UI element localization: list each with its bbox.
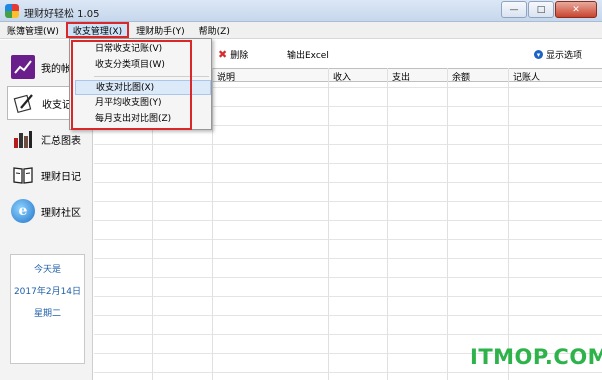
- close-button[interactable]: ✕: [555, 1, 597, 18]
- sidebar-item-label: 理财日记: [41, 171, 81, 183]
- delete-label: 删除: [230, 51, 249, 61]
- menu-separator: [94, 76, 209, 77]
- column-header-expense[interactable]: 支出: [389, 70, 410, 83]
- delete-icon: ✖: [218, 48, 228, 61]
- menu-option-monthly-average[interactable]: 月平均收支图(Y): [75, 96, 211, 111]
- maximize-button[interactable]: □: [528, 1, 554, 18]
- column-header-income[interactable]: 收入: [330, 70, 351, 83]
- income-expense-dropdown: 日常收支记账(V) 收支分类项目(W) 收支对比图(X) 月平均收支图(Y) 每…: [69, 38, 212, 130]
- sidebar-item-label: 理财社区: [41, 207, 81, 219]
- menu-help[interactable]: 帮助(Z): [192, 22, 237, 38]
- app-icon: [5, 4, 19, 18]
- export-label: 输出Excel: [287, 51, 329, 61]
- column-divider: [508, 68, 509, 380]
- pen-paper-icon: [12, 91, 36, 115]
- watermark: ITMOP.COM: [470, 345, 602, 369]
- sidebar-item-label: 收支记: [42, 99, 72, 111]
- weekday-value: 星期二: [33, 309, 61, 319]
- export-excel-button[interactable]: 输出Excel: [287, 48, 329, 61]
- menu-bar: 账簿管理(W) 收支管理(X) 理财助手(Y) 帮助(Z): [0, 22, 602, 39]
- column-header-recorder[interactable]: 记账人: [510, 70, 540, 83]
- window-controls: — □ ✕: [501, 1, 597, 18]
- book-icon: [11, 163, 35, 187]
- sidebar-item-label: 我的帐: [41, 63, 71, 75]
- display-options-button[interactable]: ▾ 显示选项: [534, 48, 582, 61]
- column-divider: [212, 68, 213, 380]
- chevron-down-icon: ▾: [534, 50, 543, 59]
- delete-button[interactable]: ✖ 删除: [218, 48, 248, 61]
- menu-option-daily-record[interactable]: 日常收支记账(V): [75, 42, 211, 57]
- sidebar-item-community[interactable]: e 理财社区: [7, 194, 91, 228]
- column-header-description[interactable]: 说明: [214, 70, 235, 83]
- sidebar-item-diary[interactable]: 理财日记: [7, 158, 91, 192]
- date-label: 今天是: [33, 265, 61, 275]
- bar-chart-icon: [11, 127, 35, 151]
- browser-icon: e: [11, 199, 35, 223]
- menu-option-categories[interactable]: 收支分类项目(W): [75, 58, 211, 73]
- date-value: 2017年2月14日: [13, 287, 82, 297]
- column-divider: [387, 68, 388, 380]
- sidebar-item-label: 汇总图表: [41, 135, 81, 147]
- menu-assistant[interactable]: 理财助手(Y): [129, 22, 192, 38]
- menu-income-expense[interactable]: 收支管理(X): [65, 22, 130, 38]
- window-title: 理财好轻松 1.05: [24, 9, 100, 20]
- minimize-button[interactable]: —: [501, 1, 527, 18]
- menu-option-monthly-expense[interactable]: 每月支出对比图(Z): [75, 112, 211, 127]
- date-panel: 今天是 2017年2月14日 星期二: [10, 254, 85, 364]
- trend-chart-icon: [11, 55, 35, 79]
- column-header-balance[interactable]: 余额: [449, 70, 470, 83]
- column-divider: [328, 68, 329, 380]
- column-divider: [447, 68, 448, 380]
- menu-ledger[interactable]: 账簿管理(W): [0, 22, 66, 38]
- options-label: 显示选项: [546, 51, 583, 61]
- title-bar: 理财好轻松 1.05 — □ ✕: [0, 0, 602, 22]
- menu-option-comparison-chart[interactable]: 收支对比图(X): [75, 80, 211, 95]
